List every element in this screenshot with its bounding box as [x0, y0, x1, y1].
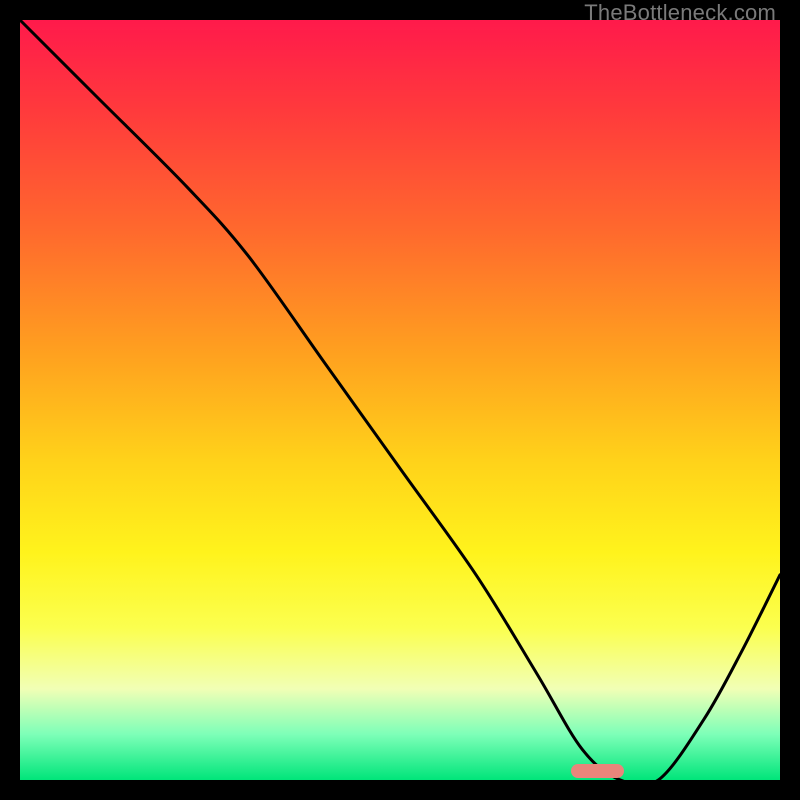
bottleneck-curve-path: [20, 20, 780, 786]
chart-stage: TheBottleneck.com: [0, 0, 800, 800]
plot-area: [20, 20, 780, 780]
optimal-range-marker: [571, 764, 624, 778]
curve-svg: [20, 20, 780, 780]
